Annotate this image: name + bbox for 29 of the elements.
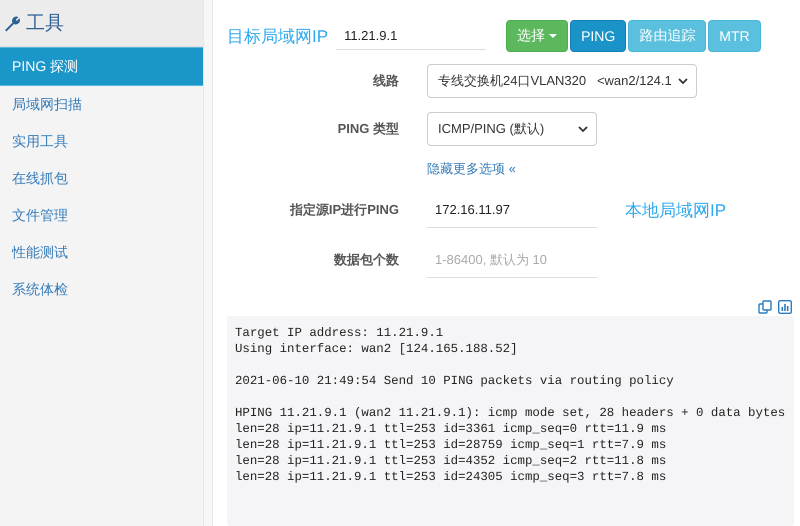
action-button[interactable]: 路由追踪 — [628, 20, 706, 52]
output-line: Using interface: wan2 [124.165.188.52] — [235, 341, 519, 357]
action-button[interactable]: MTR — [708, 20, 761, 52]
dropdown[interactable]: 专线交换机24口VLAN320 <wan2/124.1 — [427, 64, 697, 98]
sidebar-item[interactable]: 性能测试 — [0, 234, 203, 271]
output-line: Target IP address: 11.21.9.1 — [235, 325, 444, 341]
field-label: PING 类型 — [336, 120, 399, 138]
output-line: len=28 ip=11.21.9.1 ttl=253 id=4352 icmp_seq=2 rtt=11.8 ms — [235, 453, 668, 469]
annotation-label: 目标局域网IP — [227, 26, 328, 48]
output-line: len=28 ip=11.21.9.1 ttl=253 id=28759 icmp_seq=1 rtt=7.9 ms — [235, 437, 668, 453]
sidebar-item[interactable]: 实用工具 — [0, 123, 203, 160]
annotation-label: 本地局域网IP — [625, 200, 726, 222]
dropdown[interactable]: ICMP/PING (默认) — [427, 112, 597, 146]
field-label: 指定源IP进行PING — [288, 201, 399, 219]
sidebar-item[interactable]: PING 探测 — [0, 47, 203, 86]
sidebar-title: 工具 — [26, 12, 64, 36]
sidebar-item[interactable]: 在线抓包 — [0, 160, 203, 197]
output-line: len=28 ip=11.21.9.1 ttl=253 id=3361 icmp_seq=0 rtt=11.9 ms — [235, 421, 668, 437]
action-button[interactable]: PING — [570, 20, 626, 52]
sidebar-item[interactable]: 系统体检 — [0, 271, 203, 308]
field-label: 数据包个数 — [332, 251, 399, 269]
output-line: 2021-06-10 21:49:54 Send 10 PING packets via routing policy — [235, 373, 675, 389]
output-line: len=28 ip=11.21.9.1 ttl=253 id=24305 icmp_seq=3 rtt=7.8 ms — [235, 469, 668, 485]
select-button[interactable]: 选择 — [506, 20, 568, 52]
field-label: 线路 — [372, 72, 399, 90]
output-line: HPING 11.21.9.1 (wan2 11.21.9.1): icmp mode set, 28 headers + 0 data bytes — [235, 405, 786, 421]
sidebar-item[interactable]: 文件管理 — [0, 197, 203, 234]
sidebar-item[interactable]: 局域网扫描 — [0, 86, 203, 123]
toggle-options-link[interactable]: 隐藏更多选项 « — [427, 161, 516, 176]
